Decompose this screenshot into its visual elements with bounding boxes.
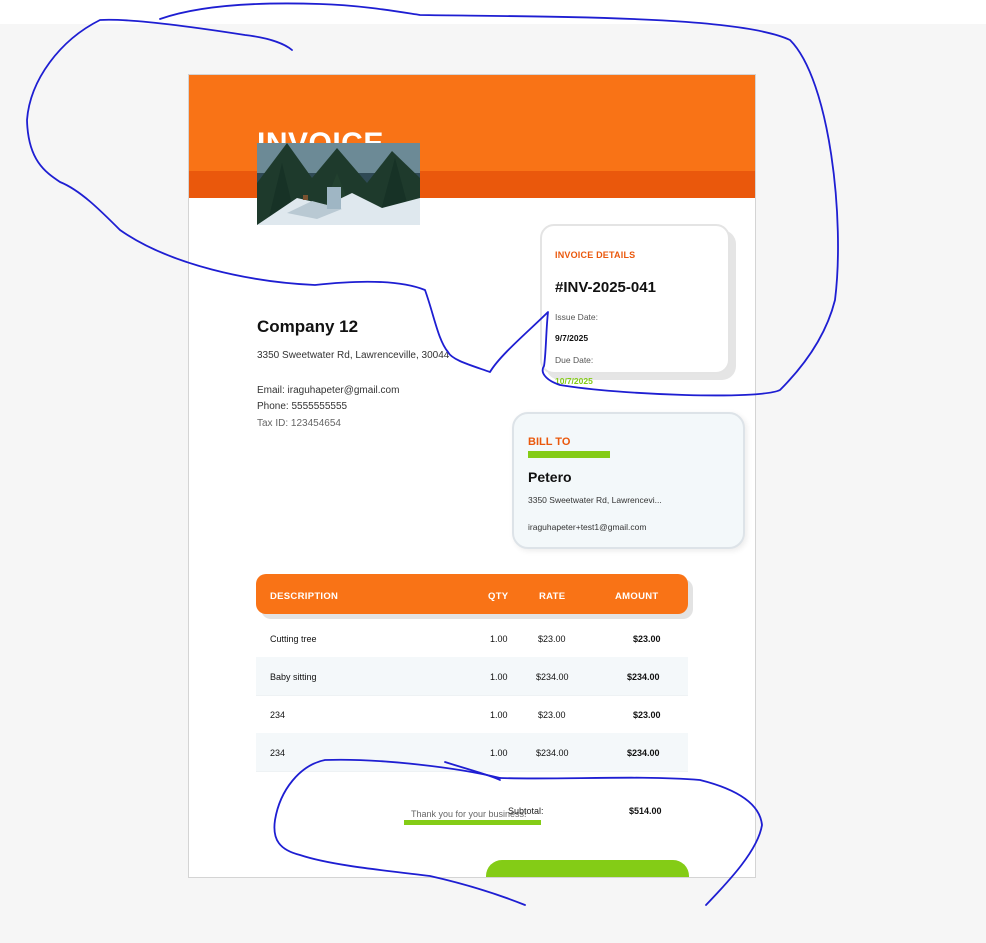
table-row: 234 1.00 $23.00 $23.00 [256, 695, 688, 734]
row-description: 234 [270, 748, 286, 758]
row-rate: $234.00 [536, 748, 569, 758]
col-header-qty: QTY [488, 591, 509, 602]
invoice-details-card: INVOICE DETAILS #INV-2025-041 Issue Date… [540, 224, 730, 386]
row-description: Cutting tree [270, 634, 317, 644]
bill-to-card: BILL TO Petero 3350 Sweetwater Rd, Lawre… [512, 412, 745, 549]
row-amount: $234.00 [627, 672, 660, 682]
company-phone: Phone: 5555555555 [257, 401, 348, 412]
row-amount: $23.00 [633, 634, 661, 644]
row-qty: 1.00 [490, 634, 508, 644]
company-logo-image [257, 143, 420, 225]
issue-date-label: Issue Date: [555, 312, 598, 322]
row-description: Baby sitting [270, 672, 317, 682]
row-rate: $23.00 [538, 710, 566, 720]
client-address: 3350 Sweetwater Rd, Lawrencevi... [528, 495, 662, 505]
top-strip [0, 0, 986, 24]
row-qty: 1.00 [490, 672, 508, 682]
items-table-header: DESCRIPTION QTY RATE AMOUNT [256, 574, 688, 614]
row-amount: $23.00 [633, 710, 661, 720]
row-rate: $23.00 [538, 634, 566, 644]
issue-date-value: 9/7/2025 [555, 333, 589, 343]
company-name: Company 12 [257, 317, 359, 336]
col-header-amount: AMOUNT [615, 591, 659, 602]
company-email: Email: iraguhapeter@gmail.com [257, 385, 400, 396]
table-row: Cutting tree 1.00 $23.00 $23.00 [256, 619, 688, 658]
subtotal-label: Subtotal: [508, 806, 544, 816]
subtotal-value: $514.00 [629, 806, 662, 816]
col-header-rate: RATE [539, 591, 566, 602]
bill-to-accent-bar [528, 451, 610, 458]
table-row: Baby sitting 1.00 $234.00 $234.00 [256, 657, 688, 696]
col-header-description: DESCRIPTION [270, 591, 339, 602]
row-amount: $234.00 [627, 748, 660, 758]
client-name: Petero [528, 469, 572, 485]
total-badge [486, 860, 689, 877]
row-description: 234 [270, 710, 286, 720]
invoice-number: #INV-2025-041 [555, 279, 656, 296]
invoice-page: INVOICE Company 12 3350 Sweetwater Rd, L… [188, 74, 756, 878]
row-qty: 1.00 [490, 748, 508, 758]
thank-you-accent-bar [404, 820, 541, 825]
bill-to-title: BILL TO [528, 436, 571, 448]
table-row: 234 1.00 $234.00 $234.00 [256, 733, 688, 772]
company-address: 3350 Sweetwater Rd, Lawrenceville, 30044 [257, 350, 450, 361]
row-qty: 1.00 [490, 710, 508, 720]
row-rate: $234.00 [536, 672, 569, 682]
details-title: INVOICE DETAILS [555, 250, 636, 260]
due-date-label: Due Date: [555, 355, 594, 365]
due-date-value: 10/7/2025 [555, 376, 593, 386]
client-email: iraguhapeter+test1@gmail.com [528, 522, 647, 532]
company-tax-id: Tax ID: 123454654 [257, 418, 341, 429]
